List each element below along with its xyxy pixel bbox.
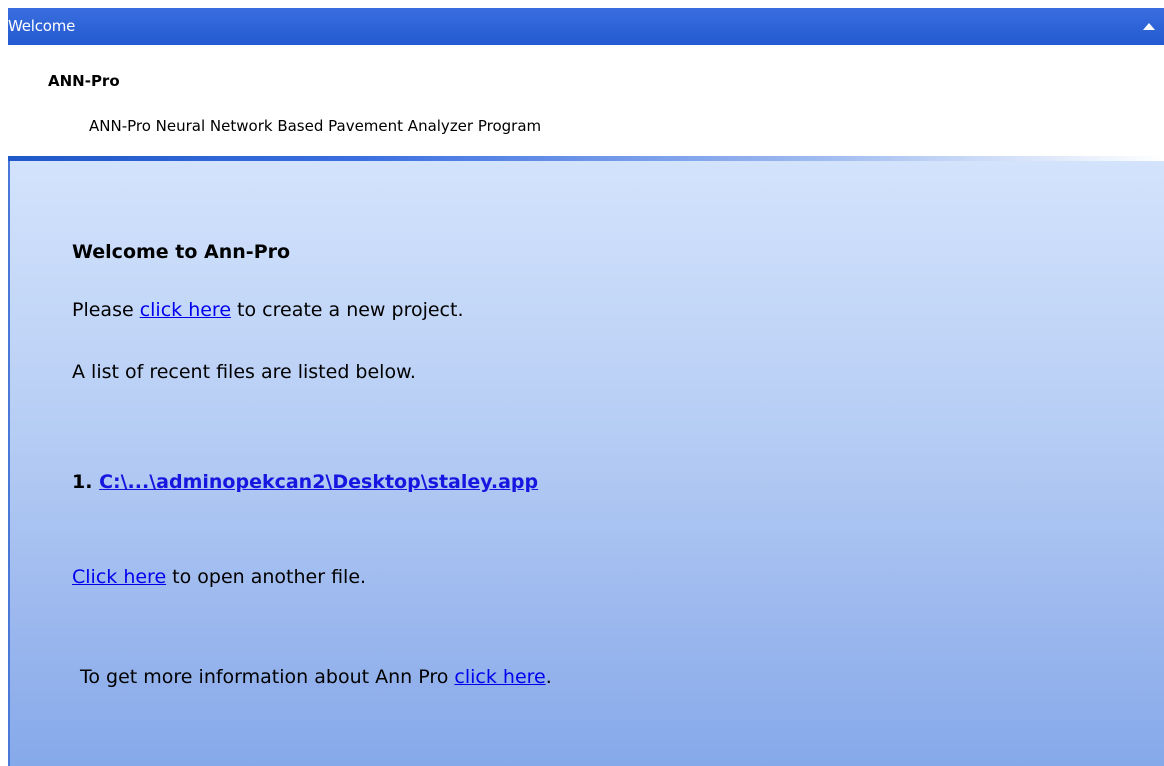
open-file-link[interactable]: Click here (72, 566, 166, 588)
app-description: ANN-Pro Neural Network Based Pavement An… (89, 117, 542, 135)
more-info-suffix: . (545, 666, 552, 688)
welcome-content: Welcome to Ann-Pro Please click here to … (8, 161, 1164, 766)
open-file-line: Click here to open another file. (72, 566, 366, 588)
new-project-link[interactable]: click here (140, 299, 231, 321)
recent-file-index: 1. (72, 471, 93, 493)
welcome-heading: Welcome to Ann-Pro (72, 241, 291, 263)
collapse-button[interactable] (1142, 20, 1156, 34)
chevron-up-icon (1143, 23, 1155, 30)
content-left-border (8, 161, 10, 766)
welcome-panel: Welcome ANN-Pro ANN-Pro Neural Network B… (8, 8, 1164, 766)
app-header: ANN-Pro ANN-Pro Neural Network Based Pav… (8, 45, 1164, 156)
new-project-prefix: Please (72, 299, 140, 321)
more-info-line: To get more information about Ann Pro cl… (80, 666, 552, 688)
app-name: ANN-Pro (48, 72, 120, 90)
panel-title: Welcome (8, 17, 76, 35)
new-project-line: Please click here to create a new projec… (72, 299, 464, 321)
new-project-suffix: to create a new project. (231, 299, 464, 321)
panel-titlebar[interactable]: Welcome (8, 8, 1164, 45)
open-file-suffix: to open another file. (166, 566, 367, 588)
more-info-prefix: To get more information about Ann Pro (80, 666, 455, 688)
more-info-link[interactable]: click here (454, 666, 545, 688)
recent-files-intro: A list of recent files are listed below. (72, 361, 416, 383)
recent-file-item: 1. C:\...\adminopekcan2\Desktop\staley.a… (72, 471, 538, 493)
recent-file-link[interactable]: C:\...\adminopekcan2\Desktop\staley.app (99, 471, 538, 493)
